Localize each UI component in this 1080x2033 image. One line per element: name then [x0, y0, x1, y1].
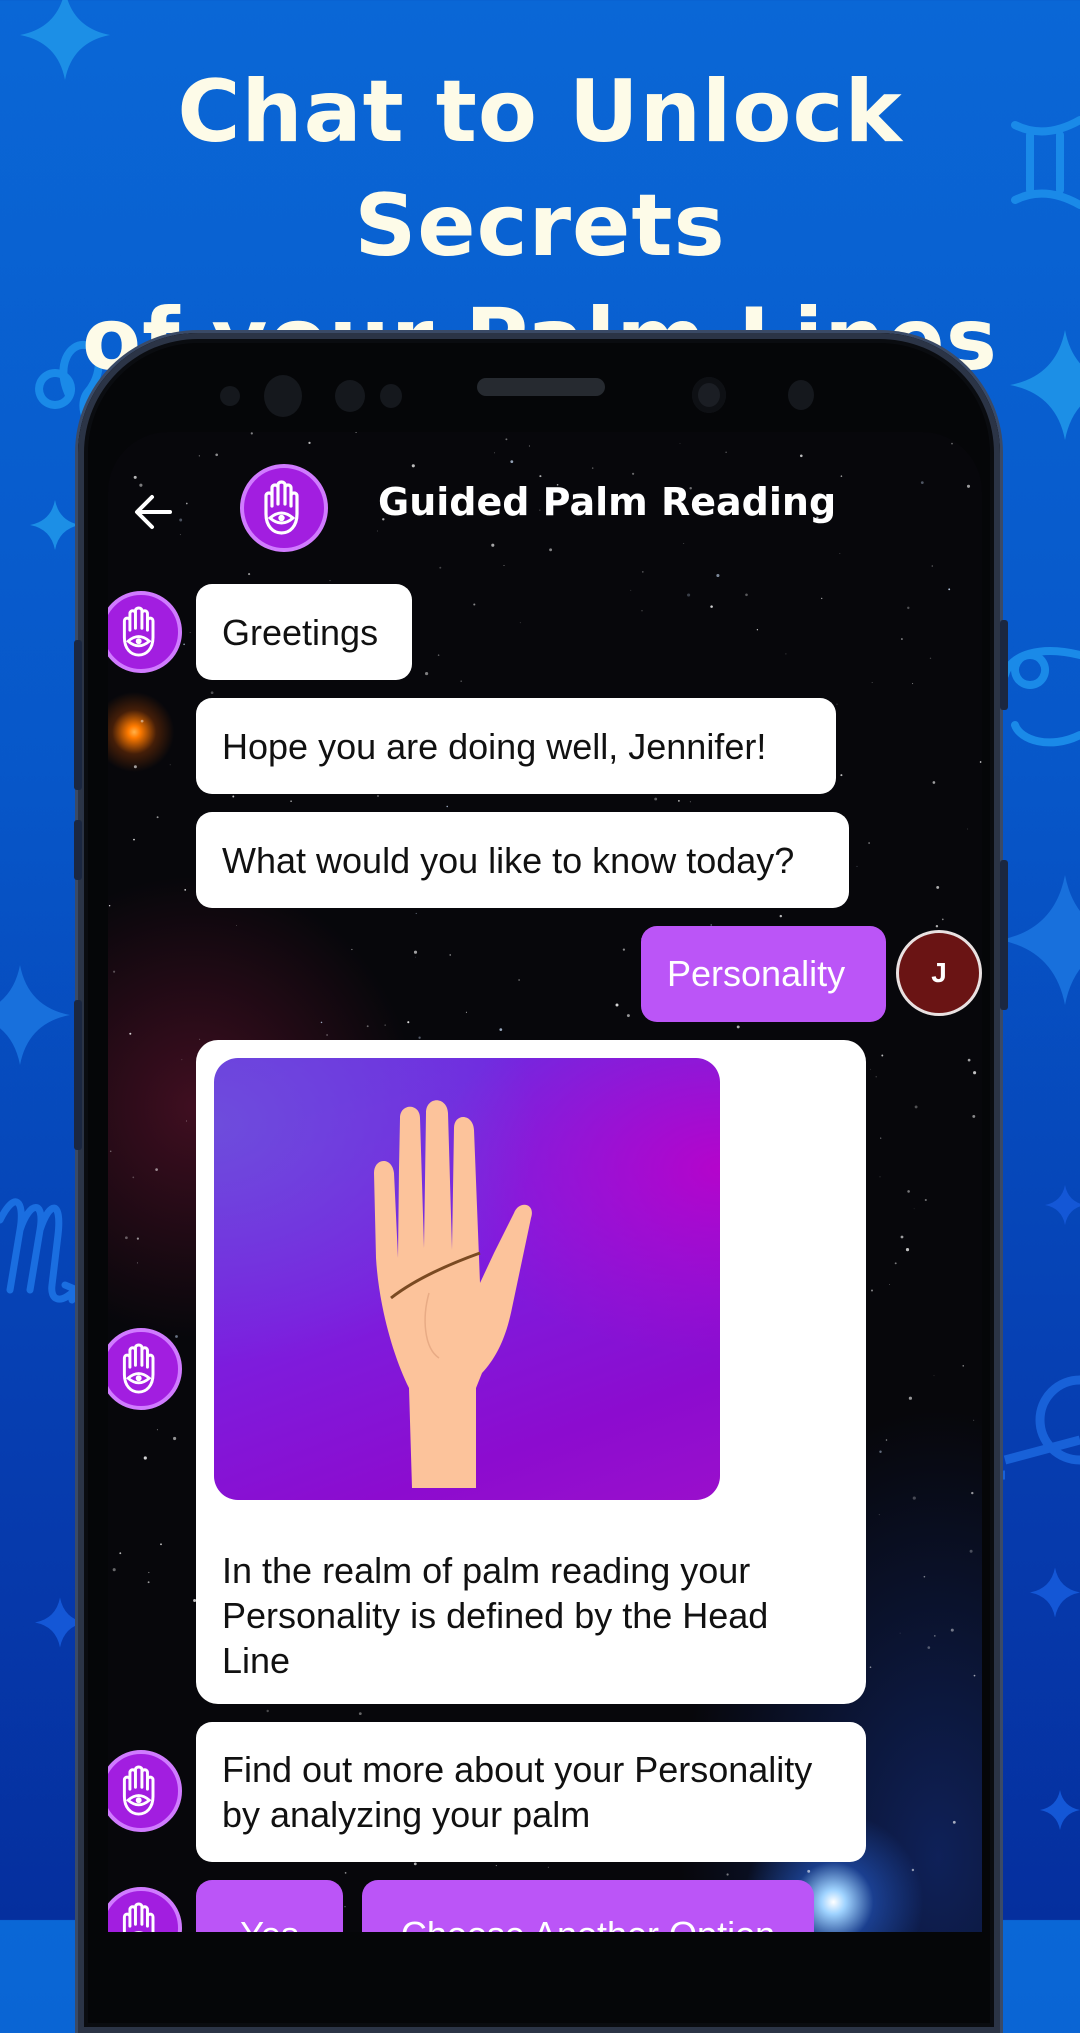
phone-side-button	[1000, 620, 1008, 710]
earpiece-speaker	[477, 378, 605, 396]
sensor-dot	[380, 384, 402, 408]
sensor-dot	[335, 380, 365, 412]
bot-message: Find out more about your Personality by …	[196, 1722, 866, 1862]
hamsa-hand-eye-icon	[122, 1765, 155, 1816]
hamsa-hand-eye-icon	[122, 1343, 155, 1394]
scorpio-zodiac-icon	[0, 1198, 82, 1304]
back-arrow-icon[interactable]	[128, 487, 178, 537]
sparkle-icon	[1040, 1790, 1080, 1830]
app-header: Guided Palm Reading	[108, 432, 982, 582]
page-title: Guided Palm Reading	[378, 480, 837, 524]
cancer-zodiac-icon	[1001, 647, 1080, 747]
phone-side-button	[74, 820, 82, 880]
hamsa-hand-eye-icon	[264, 480, 299, 535]
palm-head-line-illustration	[214, 1058, 720, 1500]
bot-message: What would you like to know today?	[196, 812, 849, 908]
user-message: Personality	[641, 926, 886, 1022]
chat-screen: Guided Palm Reading Greetings Hope you a…	[108, 432, 982, 1932]
option-yes-button[interactable]: Yes	[196, 1880, 343, 1932]
sparkle-icon	[30, 500, 80, 550]
bot-avatar	[240, 464, 328, 552]
bot-image-card: In the realm of palm reading your Person…	[196, 1040, 866, 1704]
option-choose-another-button[interactable]: Choose Another Option	[362, 1880, 814, 1932]
promo-headline-line1: Chat to Unlock Secrets	[177, 62, 903, 276]
sparkle-icon	[1000, 875, 1080, 1005]
hamsa-hand-eye-icon	[122, 1902, 155, 1932]
phone-side-button	[1000, 860, 1008, 1010]
phone-side-button	[74, 1000, 82, 1150]
sparkle-icon	[0, 965, 70, 1065]
user-avatar: J	[896, 930, 982, 1016]
sparkle-icon	[1045, 1185, 1080, 1225]
capricorn-zodiac-icon	[1000, 1375, 1080, 1481]
sensor-dot	[788, 380, 814, 410]
iris-sensor	[264, 375, 302, 417]
bot-message: Hope you are doing well, Jennifer!	[196, 698, 836, 794]
proximity-sensor	[220, 386, 240, 406]
sparkle-icon	[1030, 1567, 1080, 1618]
bot-card-text: In the realm of palm reading your Person…	[222, 1550, 769, 1681]
bot-message: Greetings	[196, 584, 412, 680]
phone-side-button	[74, 640, 82, 790]
front-camera	[692, 377, 726, 413]
palm-hand-illustration	[374, 1100, 532, 1488]
hamsa-hand-eye-icon	[122, 606, 155, 657]
